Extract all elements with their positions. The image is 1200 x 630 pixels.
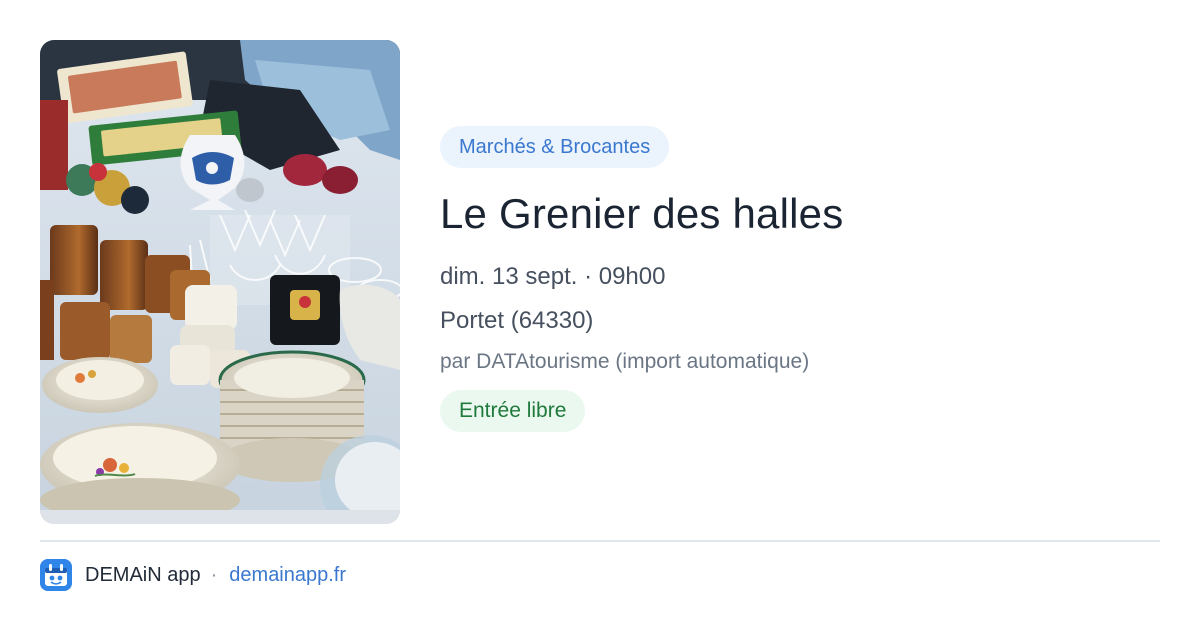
event-location: Portet (64330): [440, 307, 594, 334]
event-datetime: dim. 13 sept. · 09h00: [440, 263, 666, 290]
footer-divider: [40, 540, 1160, 542]
flea-market-illustration: [40, 40, 400, 524]
event-photo: [40, 40, 400, 524]
event-title: Le Grenier des halles: [440, 190, 844, 237]
footer-separator: ·: [210, 563, 218, 586]
app-url-link[interactable]: demainapp.fr: [229, 564, 346, 587]
footer: DEMAiN app · demainapp.fr: [40, 558, 346, 592]
event-info: Marchés & Brocantes Le Grenier des halle…: [440, 126, 1160, 432]
category-badge[interactable]: Marchés & Brocantes: [440, 126, 670, 168]
price-badge: Entrée libre: [440, 390, 586, 432]
event-share-card: Marchés & Brocantes Le Grenier des halle…: [0, 0, 1200, 630]
app-logo-icon[interactable]: [40, 559, 72, 591]
event-source: par DATAtourisme (import automatique): [440, 350, 810, 373]
app-name: DEMAiN app: [85, 563, 201, 586]
